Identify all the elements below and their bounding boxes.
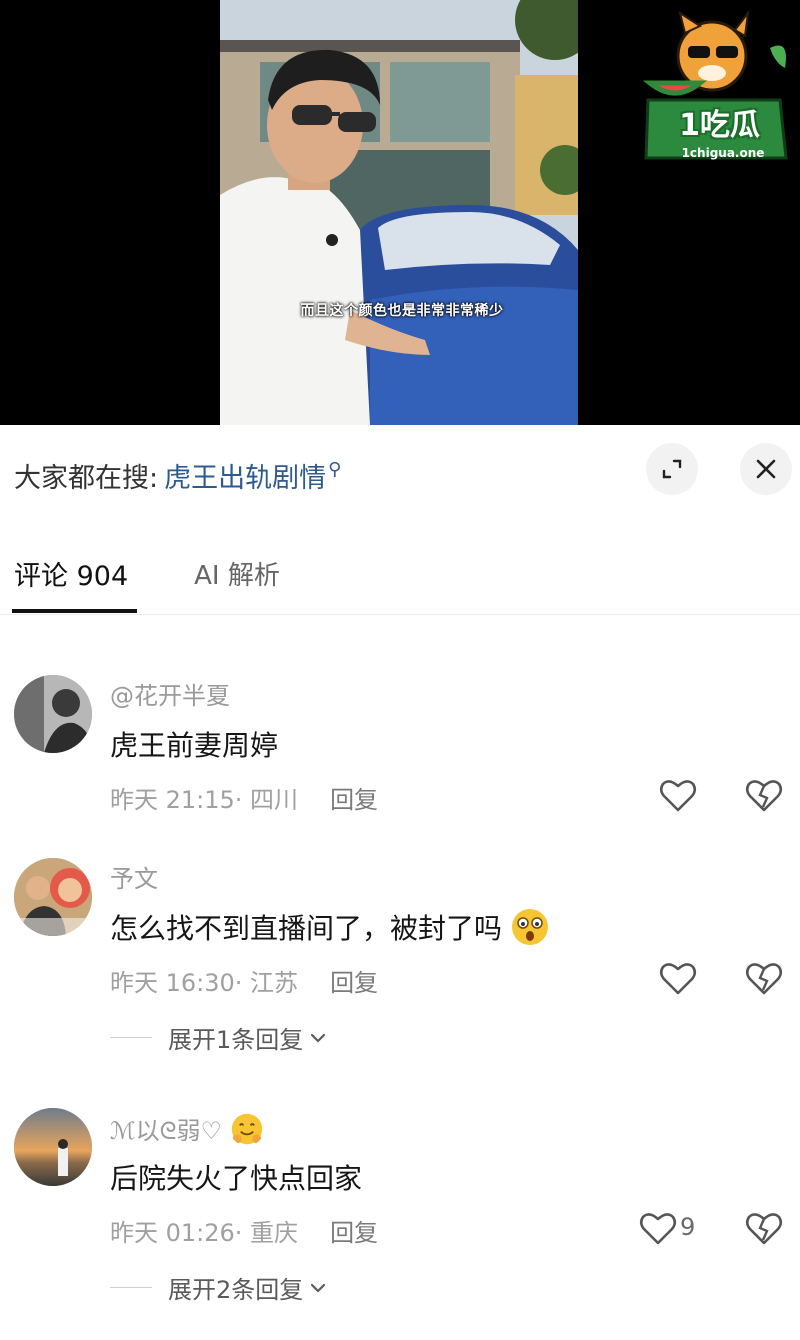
watermark-brand: 1吃瓜 [679,108,760,143]
comment-time-location: 昨天 16:30· 江苏 [110,969,299,997]
broken-heart-icon[interactable] [744,959,784,999]
chevron-down-icon [311,1283,326,1293]
comment-tabs: 评论 904 AI 解析 [14,553,280,593]
comment-meta: 昨天 21:15· 四川 回复 [110,780,378,815]
surprised-emoji-icon [511,909,548,945]
video-frame [220,0,578,425]
tab-comments[interactable]: 评论 904 [14,554,128,593]
comment-text: 怎么找不到直播间了，被封了吗 [110,907,549,949]
expand-icon [662,459,682,479]
expand-replies-label: 展开2条回复 [168,1276,304,1304]
comment-item: ℳ以ᘓ弱♡ 后院失火了快点回家 昨天 01:26· 重庆 回复 9 展开2条回复 [0,1105,800,1325]
tab-divider [0,614,800,615]
expand-replies-line [110,1037,152,1038]
expand-button[interactable] [646,443,698,495]
broken-heart-icon[interactable] [744,776,784,816]
close-icon [756,459,776,479]
tab-ai-analysis[interactable]: AI 解析 [194,555,280,592]
broken-heart-icon[interactable] [744,1209,784,1249]
comment-text: 后院失火了快点回家 [110,1162,363,1195]
heart-icon[interactable] [638,1209,678,1249]
like-count: 9 [680,1213,696,1241]
comment-username-text: ℳ以ᘓ弱♡ [110,1117,223,1145]
comment-username[interactable]: @花开半夏 [110,676,230,711]
avatar[interactable] [14,675,92,753]
avatar[interactable] [14,858,92,936]
search-suggestion[interactable]: 大家都在搜: 虎王出轨剧情 ⚲ [14,455,341,495]
comment-username[interactable]: 予文 [110,859,158,894]
comment-sheet: 大家都在搜: 虎王出轨剧情 ⚲ 评论 904 AI 解析 @花开半夏 虎王前妻周… [0,425,800,1340]
comment-meta: 昨天 01:26· 重庆 回复 [110,1213,378,1248]
reply-button[interactable]: 回复 [330,786,378,814]
watermark-domain: 1chigua.one [681,146,765,160]
reply-button[interactable]: 回复 [330,1219,378,1247]
comment-item: @花开半夏 虎王前妻周婷 昨天 21:15· 四川 回复 [0,670,800,830]
close-button[interactable] [740,443,792,495]
search-suggestion-term[interactable]: 虎王出轨剧情 [164,456,326,495]
search-icon: ⚲ [328,458,342,480]
hugging-emoji-icon [231,1113,262,1145]
tab-active-indicator [12,609,137,613]
expand-replies-button[interactable]: 展开2条回复 [110,1270,329,1305]
expand-replies-line [110,1287,152,1288]
expand-replies-label: 展开1条回复 [168,1026,304,1054]
comment-text: 虎王前妻周婷 [110,729,279,762]
comment-time-location: 昨天 21:15· 四川 [110,786,299,814]
video-player[interactable]: 而且这个颜色也是非常非常稀少 1吃瓜 1chigua.one [0,0,800,425]
heart-icon[interactable] [658,776,698,816]
comment-time-location: 昨天 01:26· 重庆 [110,1219,299,1247]
heart-icon[interactable] [658,959,698,999]
comment-item: 予文 怎么找不到直播间了，被封了吗 昨天 16:30· 江苏 回复 展开1条回复 [0,855,800,1075]
avatar[interactable] [14,1108,92,1186]
chevron-down-icon [311,1033,326,1043]
comment-username[interactable]: ℳ以ᘓ弱♡ [110,1111,264,1149]
expand-replies-button[interactable]: 展开1条回复 [110,1020,329,1055]
comment-text-body: 怎么找不到直播间了，被封了吗 [110,912,503,945]
reply-button[interactable]: 回复 [330,969,378,997]
comment-meta: 昨天 16:30· 江苏 回复 [110,963,378,998]
video-subtitle: 而且这个颜色也是非常非常稀少 [300,303,504,319]
search-suggestion-prefix: 大家都在搜: [14,462,159,494]
